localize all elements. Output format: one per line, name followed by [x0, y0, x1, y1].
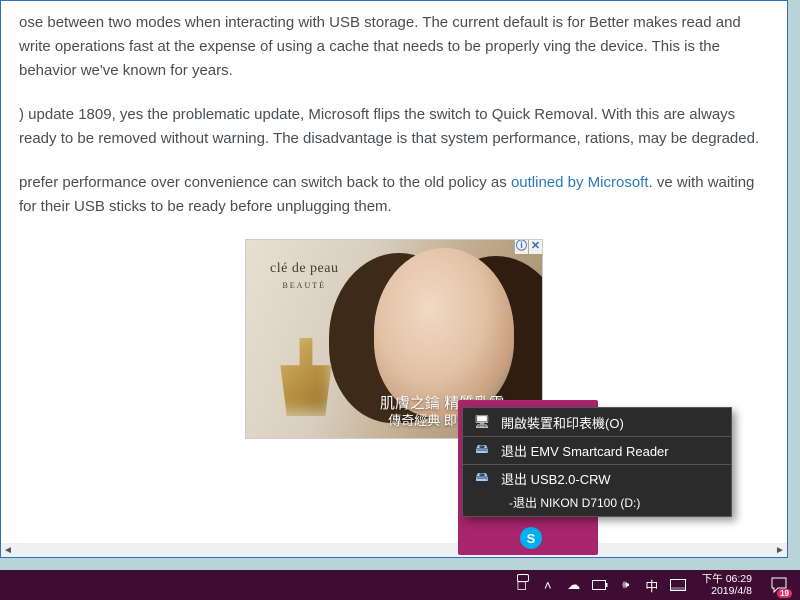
scrollbar-track[interactable] [15, 543, 773, 557]
ad-controls: ⓘ ✕ [514, 240, 542, 254]
menu-item-label: 退出 USB2.0-CRW [501, 469, 611, 488]
ad-close-icon[interactable]: ✕ [528, 240, 542, 254]
windows-taskbar: ◻ ˄ ☁ 🕪 中 下午 06:29 2019/4/8 19 [0, 570, 800, 600]
battery-icon[interactable] [592, 577, 608, 593]
skype-tray-icon[interactable]: S [520, 527, 542, 549]
ad-brand-text: clé de peau [270, 261, 338, 276]
scroll-left-arrow-icon[interactable]: ◄ [1, 543, 15, 557]
menu-eject-usb-crw[interactable]: 退出 USB2.0-CRW [463, 464, 731, 492]
people-icon[interactable]: ◻ [514, 577, 530, 593]
ad-brand-logo: clé de peau BEAUTÉ [270, 258, 338, 293]
devices-and-printers-icon [473, 413, 491, 431]
scroll-right-arrow-icon[interactable]: ► [773, 543, 787, 557]
task-view-icon[interactable] [670, 577, 686, 593]
menu-item-label: 退出 NIKON D7100 (D:) [513, 494, 640, 511]
article-paragraph: prefer performance over convenience can … [19, 171, 769, 219]
ime-language-icon[interactable]: 中 [644, 577, 660, 593]
people-icon [517, 574, 529, 582]
ad-product-image [274, 338, 338, 416]
ad-model-image [374, 248, 514, 418]
menu-item-label: 退出 EMV Smartcard Reader [501, 441, 669, 460]
clock-time: 下午 06:29 [702, 573, 752, 585]
battery-svg-icon [592, 580, 608, 590]
drive-icon [473, 470, 491, 488]
menu-eject-smartcard-reader[interactable]: 退出 EMV Smartcard Reader [463, 436, 731, 464]
ad-brand-subtext: BEAUTÉ [270, 280, 338, 293]
notification-count-badge: 19 [777, 589, 792, 598]
article-link-outlined-by-microsoft[interactable]: outlined by Microsoft [511, 174, 649, 191]
safely-remove-hardware-menu: 開啟裝置和印表機(O) 退出 EMV Smartcard Reader 退出 U… [462, 407, 732, 517]
drive-icon [473, 442, 491, 460]
menu-item-label: 開啟裝置和印表機(O) [501, 413, 624, 432]
article-paragraph: ) update 1809, yes the problematic updat… [19, 103, 769, 151]
horizontal-scrollbar[interactable]: ◄ ► [1, 543, 787, 557]
volume-icon[interactable]: 🕪 [618, 577, 634, 593]
menu-eject-nikon-d7100[interactable]: - 退出 NIKON D7100 (D:) [463, 492, 731, 516]
taskbar-clock[interactable]: 下午 06:29 2019/4/8 [696, 573, 758, 597]
clock-date: 2019/4/8 [702, 585, 752, 597]
article-paragraph: ose between two modes when interacting w… [19, 11, 769, 83]
tray-overflow-chevron-icon[interactable]: ˄ [540, 577, 556, 593]
action-center-icon[interactable]: 19 [768, 574, 790, 596]
system-tray: ◻ ˄ ☁ 🕪 中 下午 06:29 2019/4/8 19 [506, 573, 798, 597]
ad-info-icon[interactable]: ⓘ [514, 240, 528, 254]
menu-open-devices-and-printers[interactable]: 開啟裝置和印表機(O) [463, 408, 731, 436]
onedrive-icon[interactable]: ☁ [566, 577, 582, 593]
taskview-svg-icon [670, 579, 686, 591]
body-text: prefer performance over convenience can … [19, 174, 511, 191]
